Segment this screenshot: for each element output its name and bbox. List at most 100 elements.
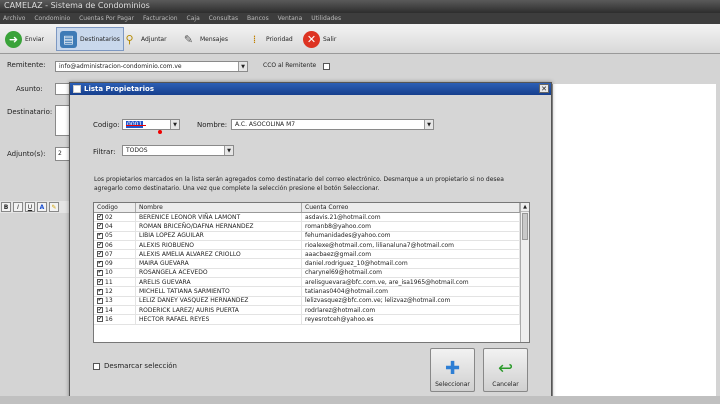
code-cell: ✔ 02 [94,213,136,222]
cco-label: CCO al Remitente [263,62,317,69]
table-row[interactable]: ✔ 06 ALEXIS RIOBUENO rioalexe@hotmail.com, … [94,240,529,251]
format-toolbar: B I U A ✎ [0,201,75,213]
row-checkbox[interactable]: ✔ [97,279,103,286]
code-text: 07 [105,250,113,258]
email-cell: tatianas0404@hotmail.com [302,287,520,296]
menu-item[interactable]: Consultas [209,15,238,22]
name-value: A.C. ASOCOLINA M7 [235,121,296,128]
code-text: 14 [105,306,113,314]
font-color-icon[interactable]: A [37,202,47,212]
attach-button[interactable]: ⚲ Adjuntar [118,27,170,51]
table-row[interactable]: ✔ 13 LELIZ DANEY VASQUEZ HERNANDEZ lelizvas… [94,296,529,306]
traffic-light-icon: ⁞ [252,32,257,46]
column-header-code[interactable]: Codigo [94,203,136,212]
table-row[interactable]: ✔ 09 MAIRA GUEVARA daniel.rodriguez_10@hotm… [94,259,529,269]
annotation-underline [126,125,146,126]
mouse-cursor-icon [158,130,162,134]
row-checkbox[interactable]: ✔ [97,223,103,230]
code-text: 10 [105,269,113,277]
column-header-email[interactable]: Cuenta Correo [302,203,520,212]
scroll-up-icon[interactable]: ▲ [521,203,529,212]
table-row[interactable]: ✔ 16 HECTOR RAFAEL REYES reyesrotceh@yahoo.… [94,315,529,325]
table-row[interactable]: ✔ 11 ARELIS GUEVARA arelisguevara@bfc.com.v… [94,278,529,288]
table-row[interactable]: ✔ 04 ROMAN BRICEÑO/DAFNA HERNANDEZ romanb8@… [94,222,529,232]
name-cell: BERENICE LEONOR VIÑA LAMONT [136,213,302,222]
message-body-area[interactable] [552,84,716,404]
chevron-down-icon[interactable]: ▼ [238,62,247,71]
bold-icon[interactable]: B [1,202,11,212]
messages-button[interactable]: ✎ Mensajes [177,27,231,51]
table-row[interactable]: ✔ 02 BERENICE LEONOR VIÑA LAMONT asdavis.21… [94,213,529,223]
uncheck-all-control[interactable]: Desmarcar selección [93,362,177,370]
name-select[interactable]: A.C. ASOCOLINA M7 ▼ [231,119,434,130]
attachment-item[interactable]: 2 [58,150,62,157]
menu-item[interactable]: Archivo [3,15,25,22]
send-icon: ➜ [5,30,22,48]
italic-icon[interactable]: I [13,202,23,212]
close-icon: ✕ [303,30,320,48]
menu-item[interactable]: Utilidades [311,15,341,22]
row-checkbox[interactable]: ✔ [97,251,103,258]
add-user-icon: ✚ [444,358,461,379]
code-text: 06 [105,241,113,249]
cco-checkbox[interactable] [323,63,330,70]
table-row[interactable]: ✔ 14 RODERICK LAREZ/ AURIS PUERTA rodrlarez… [94,305,529,316]
send-button[interactable]: ➜ Enviar [2,27,47,51]
uncheck-all-checkbox[interactable] [93,362,100,370]
scroll-thumb[interactable] [522,213,528,240]
row-checkbox[interactable]: ✔ [97,297,103,304]
row-checkbox[interactable]: ✔ [97,307,103,314]
dialog-title: Lista Propietarios [84,85,154,93]
exit-button[interactable]: ✕ Salir [300,27,339,51]
chevron-down-icon[interactable]: ▼ [224,146,233,155]
filter-select[interactable]: TODOS ▼ [122,145,234,156]
recipients-button[interactable]: ▤ Destinatarios [56,27,124,51]
email-cell: romanb8@yahoo.com [302,222,520,231]
table-row[interactable]: ✔ 10 ROSANGELA ACEVEDO charynel69@hotmail.c… [94,268,529,279]
cancel-button[interactable]: ↩ Cancelar [483,348,528,392]
table-row[interactable]: ✔ 12 MICHELL TATIANA SARMIENTO tatianas0404… [94,287,529,297]
priority-button[interactable]: ⁞ Prioridad [243,27,296,51]
toolbar: ➜ Enviar ▤ Destinatarios ⚲ Adjuntar ✎ Me… [0,24,720,54]
menu-item[interactable]: Ventana [278,15,303,22]
chevron-down-icon[interactable]: ▼ [170,120,179,129]
menu-item[interactable]: Facturacion [143,15,178,22]
code-cell: ✔ 12 [94,287,136,296]
table-row[interactable]: ✔ 05 LIBIA LOPEZ AGUILAR fehumanidades@yaho… [94,231,529,241]
row-checkbox[interactable]: ✔ [97,242,103,249]
underline-icon[interactable]: U [25,202,35,212]
email-cell: asdavis.21@hotmail.com [302,213,520,222]
row-checkbox[interactable]: ✔ [97,214,103,221]
menu-item[interactable]: Bancos [247,15,269,22]
vertical-scrollbar[interactable]: ▲ [520,203,529,342]
exit-label: Salir [323,35,337,43]
row-checkbox[interactable]: ✔ [97,260,103,267]
menu-item[interactable]: Caja [187,15,200,22]
code-cell: ✔ 06 [94,240,136,250]
menu-item[interactable]: Condominio [34,15,70,22]
table-row[interactable]: ✔ 07 ALEXIS AMELIA ALVAREZ CRIOLLO aaacbaez… [94,250,529,260]
select-label: Seleccionar [435,381,470,388]
owners-table: Codigo Nombre Cuenta Correo ✔ 02 BERENICE … [93,202,530,343]
row-checkbox[interactable]: ✔ [97,232,103,239]
code-cell: ✔ 04 [94,222,136,231]
name-label: Nombre: [197,121,228,129]
sender-select[interactable]: info@administracion-condominio.com.ve ▼ [55,61,248,72]
row-checkbox[interactable]: ✔ [97,288,103,295]
recipient-label: Destinatario: [7,108,53,116]
close-icon[interactable]: ✕ [539,84,549,93]
name-cell: ROSANGELA ACEVEDO [136,268,302,278]
instructions-text: Los propietarios marcados en la lista se… [94,176,504,192]
row-checkbox[interactable]: ✔ [97,316,103,323]
code-text: 05 [105,232,113,240]
highlight-icon[interactable]: ✎ [49,202,59,212]
menu-item[interactable]: Cuentas Por Pagar [79,15,134,22]
name-cell: RODERICK LAREZ/ AURIS PUERTA [136,305,302,315]
chevron-down-icon[interactable]: ▼ [424,120,433,129]
code-cell: ✔ 16 [94,315,136,324]
row-checkbox[interactable]: ✔ [97,269,103,276]
column-header-name[interactable]: Nombre [136,203,302,212]
pencil-icon: ✎ [183,32,194,46]
select-button[interactable]: ✚ Seleccionar [430,348,475,392]
status-bar [0,396,720,404]
